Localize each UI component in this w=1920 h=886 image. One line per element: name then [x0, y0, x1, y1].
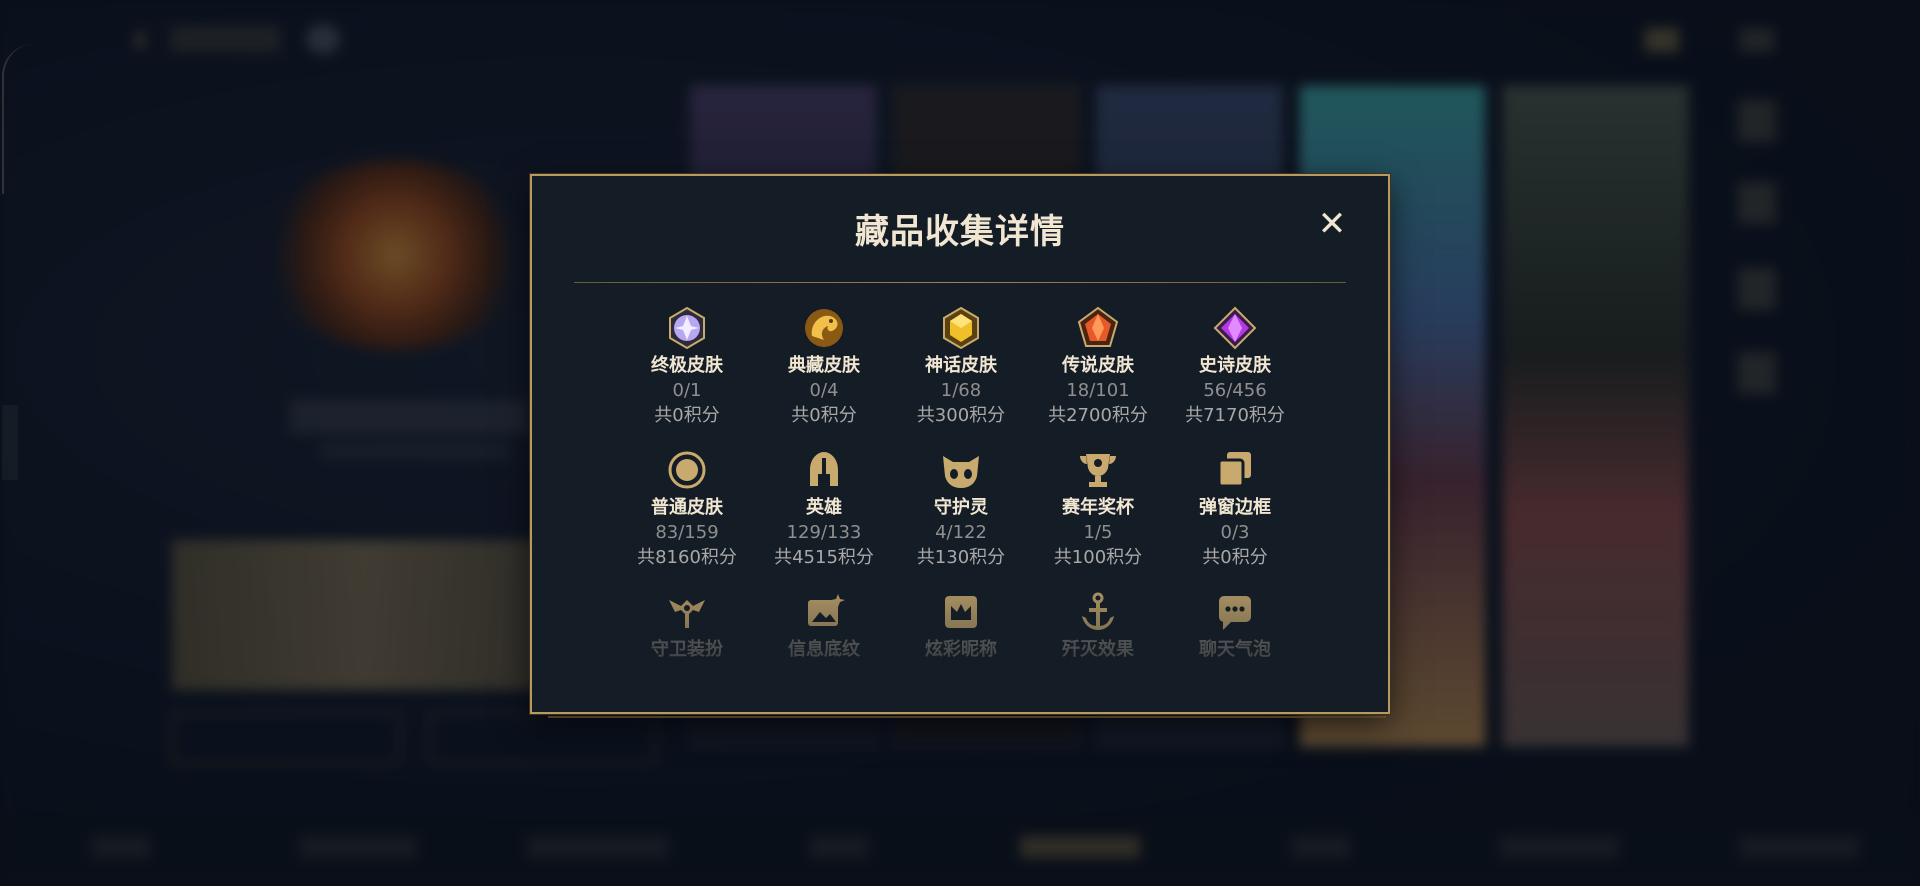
item-count: 1/68	[940, 380, 982, 401]
crown-name-icon	[939, 590, 983, 634]
item-points: 共2700积分	[1048, 405, 1148, 426]
item-count: 0/1	[672, 380, 702, 401]
item-name: 炫彩昵称	[925, 639, 997, 660]
item-points: 共0积分	[654, 405, 720, 426]
item-name: 终极皮肤	[651, 355, 723, 376]
mythic-skin-gem-icon	[939, 306, 983, 350]
collection-item-chat-bubble[interactable]: 聊天气泡	[1167, 590, 1303, 662]
item-points: 共7170积分	[1185, 405, 1285, 426]
finisher-anchor-icon	[1076, 590, 1120, 634]
item-count: 83/159	[655, 522, 719, 543]
item-name: 神话皮肤	[925, 355, 997, 376]
collection-item-champion[interactable]: 英雄 129/133 共4515积分	[756, 448, 892, 570]
ward-skin-icon	[665, 590, 709, 634]
item-count: 56/456	[1203, 380, 1267, 401]
popup-frame-icon	[1213, 448, 1257, 492]
item-count: 129/133	[786, 522, 862, 543]
collection-item-ultimate[interactable]: 终极皮肤 0/1 共0积分	[619, 306, 755, 428]
item-name: 传说皮肤	[1062, 355, 1134, 376]
item-name: 典藏皮肤	[788, 355, 860, 376]
item-count: 0/3	[1220, 522, 1250, 543]
game-screen: ‹ 藏品收集详情 ✕ 终极皮肤 0/1 共0积分 典藏皮肤 0/4 共0积分 神…	[0, 0, 1920, 886]
ultimate-skin-gem-icon	[665, 306, 709, 350]
item-name: 歼灭效果	[1062, 639, 1134, 660]
banner-icon	[802, 590, 846, 634]
item-points: 共300积分	[916, 405, 1006, 426]
item-points: 共0积分	[1202, 547, 1268, 568]
collection-item-prestige[interactable]: 典藏皮肤 0/4 共0积分	[756, 306, 892, 428]
collection-item-banner[interactable]: 信息底纹	[756, 590, 892, 662]
collection-details-modal: 藏品收集详情 ✕ 终极皮肤 0/1 共0积分 典藏皮肤 0/4 共0积分 神话皮…	[530, 174, 1390, 714]
collection-item-little-legend[interactable]: 守护灵 4/122 共130积分	[893, 448, 1029, 570]
item-name: 守卫装扮	[651, 639, 723, 660]
item-points: 共0积分	[791, 405, 857, 426]
item-name: 史诗皮肤	[1199, 355, 1271, 376]
champion-helmet-icon	[802, 448, 846, 492]
little-legend-icon	[939, 448, 983, 492]
collection-item-mythic[interactable]: 神话皮肤 1/68 共300积分	[893, 306, 1029, 428]
standard-skin-ring-icon	[665, 448, 709, 492]
collection-item-finisher[interactable]: 歼灭效果	[1030, 590, 1166, 662]
item-count: 0/4	[809, 380, 839, 401]
collection-grid: 终极皮肤 0/1 共0积分 典藏皮肤 0/4 共0积分 神话皮肤 1/68 共3…	[532, 176, 1388, 712]
item-name: 赛年奖杯	[1062, 497, 1134, 518]
prestige-skin-dragon-icon	[802, 306, 846, 350]
item-name: 守护灵	[934, 497, 988, 518]
item-points: 共4515积分	[774, 547, 874, 568]
item-count: 4/122	[935, 522, 987, 543]
item-count: 18/101	[1066, 380, 1130, 401]
collection-item-standard[interactable]: 普通皮肤 83/159 共8160积分	[619, 448, 755, 570]
item-name: 信息底纹	[788, 639, 860, 660]
chat-bubble-icon	[1213, 590, 1257, 634]
item-points: 共100积分	[1053, 547, 1143, 568]
collection-item-ward-skin[interactable]: 守卫装扮	[619, 590, 755, 662]
collection-item-trophy[interactable]: 赛年奖杯 1/5 共100积分	[1030, 448, 1166, 570]
item-name: 普通皮肤	[651, 497, 723, 518]
collection-item-legendary[interactable]: 传说皮肤 18/101 共2700积分	[1030, 306, 1166, 428]
legendary-skin-gem-icon	[1076, 306, 1120, 350]
item-name: 聊天气泡	[1199, 639, 1271, 660]
item-points: 共8160积分	[637, 547, 737, 568]
item-count: 1/5	[1083, 522, 1113, 543]
item-name: 英雄	[806, 497, 842, 518]
item-name: 弹窗边框	[1199, 497, 1271, 518]
collection-item-colorful-name[interactable]: 炫彩昵称	[893, 590, 1029, 662]
collection-item-epic[interactable]: 史诗皮肤 56/456 共7170积分	[1167, 306, 1303, 428]
collection-item-popup-frame[interactable]: 弹窗边框 0/3 共0积分	[1167, 448, 1303, 570]
epic-skin-gem-icon	[1213, 306, 1257, 350]
item-points: 共130积分	[916, 547, 1006, 568]
trophy-icon	[1076, 448, 1120, 492]
